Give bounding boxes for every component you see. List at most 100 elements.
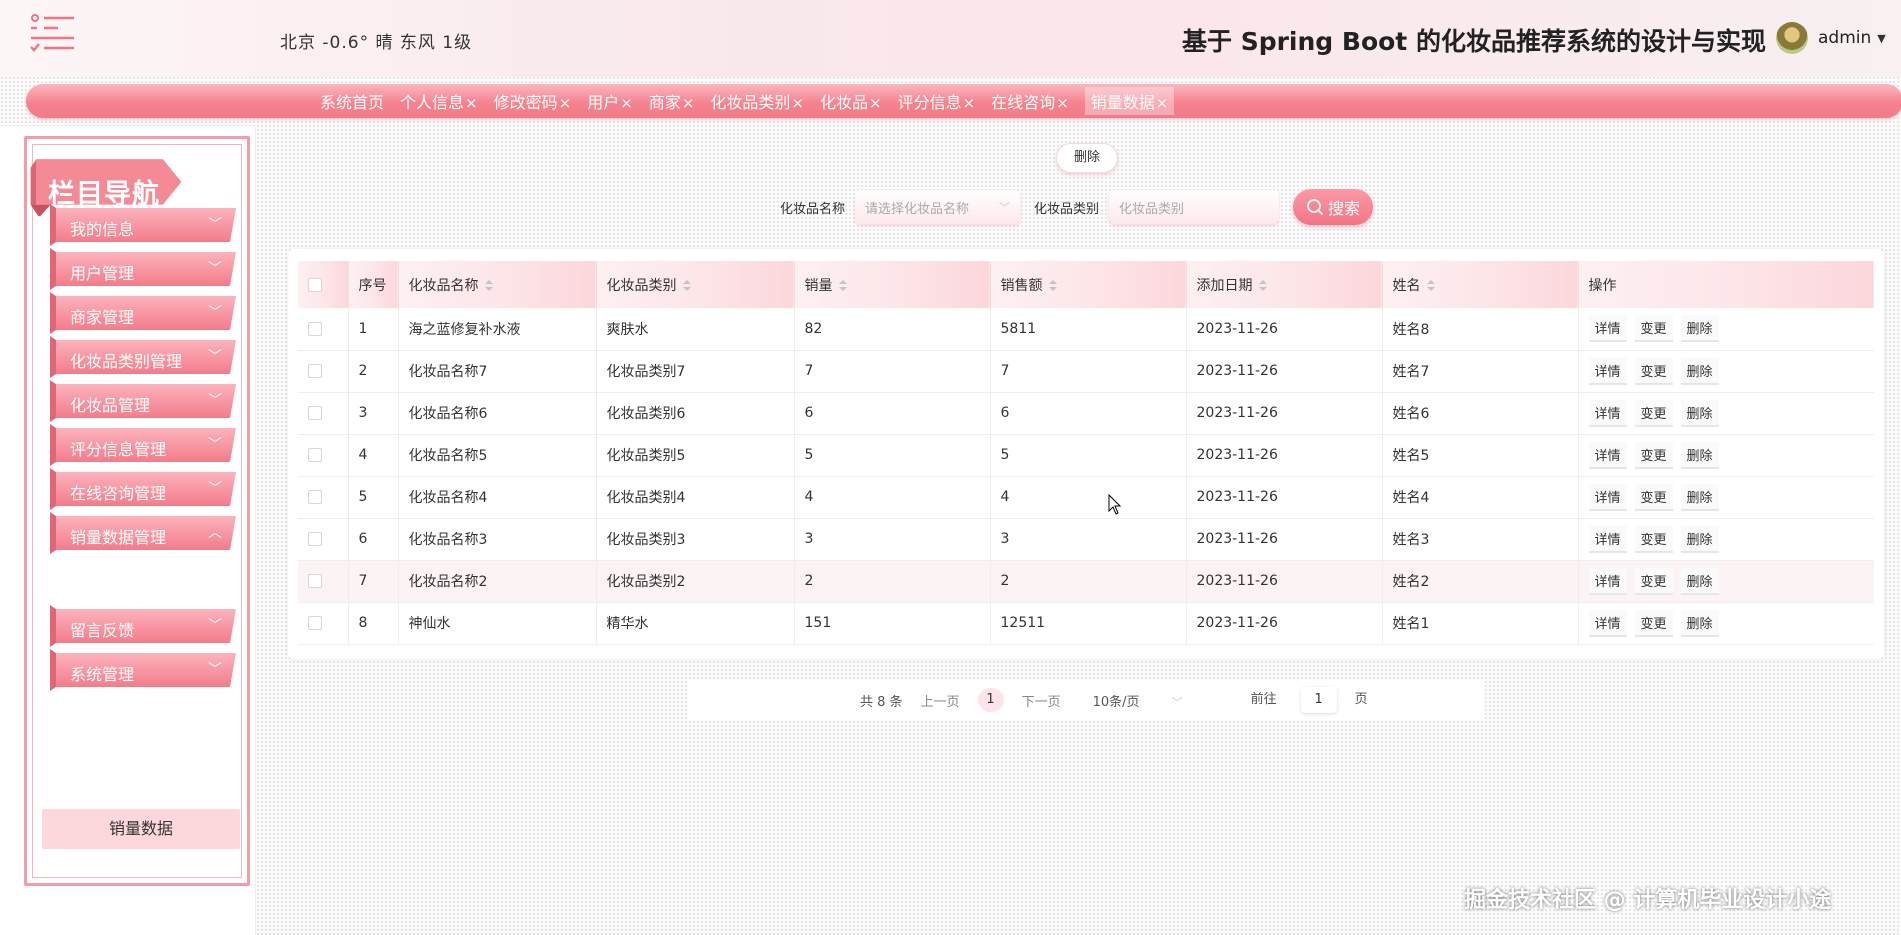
detail-button[interactable]: 详情 — [1588, 609, 1627, 637]
close-icon[interactable]: × — [1156, 94, 1169, 112]
tab-0[interactable]: 系统首页 — [320, 87, 384, 115]
col-person[interactable]: 姓名 — [1382, 261, 1579, 308]
sidebar-item-0[interactable]: 我的信息 ﹀ — [50, 204, 240, 246]
sort-icon[interactable] — [1048, 279, 1057, 292]
table-row[interactable]: 7 化妆品名称2 化妆品类别2 2 2 2023-11-26 姓名2 详情 变更 删除 — [298, 560, 1874, 603]
pager-size-select[interactable]: 10条/页 ﹀ — [1093, 691, 1201, 710]
search-button[interactable]: 搜索 — [1293, 189, 1374, 225]
sidebar-item-8[interactable]: 留言反馈 ﹀ — [50, 605, 240, 647]
sidebar-item-2[interactable]: 商家管理 ﹀ — [50, 292, 240, 334]
tab-3[interactable]: 用户× — [587, 87, 633, 115]
edit-button[interactable]: 变更 — [1634, 357, 1673, 385]
row-checkbox[interactable] — [308, 574, 322, 588]
delete-button[interactable]: 删除 — [1680, 315, 1719, 343]
edit-button[interactable]: 变更 — [1634, 315, 1673, 343]
row-checkbox[interactable] — [308, 406, 322, 420]
detail-button[interactable]: 详情 — [1588, 441, 1627, 469]
delete-button[interactable]: 删除 — [1680, 441, 1719, 469]
sort-icon[interactable] — [1258, 279, 1267, 292]
sidebar-item-6[interactable]: 在线咨询管理 ﹀ — [50, 468, 240, 510]
row-checkbox[interactable] — [308, 364, 322, 378]
edit-button[interactable]: 变更 — [1634, 567, 1673, 595]
delete-button[interactable]: 删除 — [1680, 483, 1719, 511]
table-cell: 7 — [348, 560, 399, 603]
close-icon[interactable]: × — [963, 94, 976, 112]
table-row[interactable]: 1 海之蓝修复补水液 爽肤水 82 5811 2023-11-26 姓名8 详情 变更 删除 — [298, 308, 1874, 351]
edit-button[interactable]: 变更 — [1634, 441, 1673, 469]
menu-toggle-icon[interactable] — [28, 14, 76, 54]
sidebar-item-3[interactable]: 化妆品类别管理 ﹀ — [50, 336, 240, 378]
row-checkbox[interactable] — [308, 532, 322, 546]
sidebar-subitem-sales-data[interactable]: 销量数据 — [42, 809, 240, 849]
sidebar-item-7[interactable]: 销量数据管理 ︿ — [50, 512, 240, 554]
pager-prev-button[interactable]: 上一页 — [921, 691, 960, 710]
select-all-checkbox[interactable] — [308, 277, 322, 292]
close-icon[interactable]: × — [1056, 94, 1069, 112]
type-input[interactable]: 化妆品类别 — [1109, 190, 1280, 224]
close-icon[interactable]: × — [559, 94, 572, 112]
col-name[interactable]: 化妆品名称 — [398, 261, 597, 308]
table-row[interactable]: 6 化妆品名称3 化妆品类别3 3 3 2023-11-26 姓名3 详情 变更 删除 — [298, 518, 1874, 561]
tab-1[interactable]: 个人信息× — [400, 87, 478, 115]
tab-7[interactable]: 评分信息× — [898, 87, 976, 115]
sort-icon[interactable] — [484, 279, 493, 292]
pager-current-page[interactable]: 1 — [977, 688, 1004, 712]
table-row[interactable]: 4 化妆品名称5 化妆品类别5 5 5 2023-11-26 姓名5 详情 变更 删除 — [298, 434, 1874, 477]
tab-8[interactable]: 在线咨询× — [991, 87, 1069, 115]
detail-button[interactable]: 详情 — [1588, 399, 1627, 427]
user-menu[interactable]: admin ▼ — [1776, 22, 1886, 54]
edit-button[interactable]: 变更 — [1634, 525, 1673, 553]
col-revenue[interactable]: 销售额 — [990, 261, 1187, 308]
pager-next-button[interactable]: 下一页 — [1022, 691, 1061, 710]
sidebar-item-5[interactable]: 评分信息管理 ﹀ — [50, 424, 240, 466]
delete-button[interactable]: 删除 — [1680, 525, 1719, 553]
detail-button[interactable]: 详情 — [1588, 483, 1627, 511]
sort-icon[interactable] — [1426, 279, 1435, 292]
edit-button[interactable]: 变更 — [1634, 399, 1673, 427]
edit-button[interactable]: 变更 — [1634, 609, 1673, 637]
pager-goto-input[interactable]: 1 — [1300, 687, 1337, 713]
delete-button[interactable]: 删除 — [1680, 399, 1719, 427]
sort-icon[interactable] — [838, 279, 847, 292]
detail-button[interactable]: 详情 — [1588, 567, 1627, 595]
table-row[interactable]: 5 化妆品名称4 化妆品类别4 4 4 2023-11-26 姓名4 详情 变更 删除 — [298, 476, 1874, 519]
detail-button[interactable]: 详情 — [1588, 315, 1627, 343]
tab-4[interactable]: 商家× — [649, 87, 695, 115]
table-row[interactable]: 2 化妆品名称7 化妆品类别7 7 7 2023-11-26 姓名7 详情 变更 删除 — [298, 350, 1874, 393]
detail-button[interactable]: 详情 — [1588, 525, 1627, 553]
row-checkbox[interactable] — [308, 448, 322, 462]
tab-5[interactable]: 化妆品类别× — [710, 87, 804, 115]
col-type[interactable]: 化妆品类别 — [596, 261, 795, 308]
col-date[interactable]: 添加日期 — [1186, 261, 1383, 308]
row-checkbox[interactable] — [308, 616, 322, 630]
select-all-cell — [298, 261, 349, 308]
name-select[interactable]: 请选择化妆品名称 ﹀ — [855, 190, 1021, 224]
row-checkbox[interactable] — [308, 321, 322, 336]
tab-9[interactable]: 销量数据× — [1084, 87, 1175, 115]
chevron-down-icon: ﹀ — [208, 437, 222, 453]
edit-button[interactable]: 变更 — [1634, 483, 1673, 511]
delete-button[interactable]: 删除 — [1680, 357, 1719, 385]
pager-size-label: 10条/页 — [1092, 694, 1140, 710]
batch-delete-button[interactable]: 删除 — [1056, 143, 1118, 173]
table-row[interactable]: 8 神仙水 精华水 151 12511 2023-11-26 姓名1 详情 变更 删除 — [298, 602, 1874, 645]
detail-button[interactable]: 详情 — [1588, 357, 1627, 385]
delete-button[interactable]: 删除 — [1680, 609, 1719, 637]
tab-2[interactable]: 修改密码× — [494, 87, 572, 115]
close-icon[interactable]: × — [620, 94, 633, 112]
sidebar-item-9[interactable]: 系统管理 ﹀ — [50, 649, 240, 691]
tab-6[interactable]: 化妆品× — [820, 87, 882, 115]
table-row[interactable]: 3 化妆品名称6 化妆品类别6 6 6 2023-11-26 姓名6 详情 变更 删除 — [298, 392, 1874, 435]
row-select-cell — [298, 476, 349, 519]
close-icon[interactable]: × — [869, 94, 882, 112]
row-checkbox[interactable] — [308, 490, 322, 504]
sidebar-item-1[interactable]: 用户管理 ﹀ — [50, 248, 240, 290]
close-icon[interactable]: × — [465, 94, 478, 112]
type-label: 化妆品类别 — [1034, 201, 1100, 217]
sort-icon[interactable] — [682, 279, 691, 292]
sidebar-item-4[interactable]: 化妆品管理 ﹀ — [50, 380, 240, 422]
close-icon[interactable]: × — [791, 94, 804, 112]
delete-button[interactable]: 删除 — [1680, 567, 1719, 595]
col-quantity[interactable]: 销量 — [794, 261, 991, 308]
close-icon[interactable]: × — [682, 94, 695, 112]
